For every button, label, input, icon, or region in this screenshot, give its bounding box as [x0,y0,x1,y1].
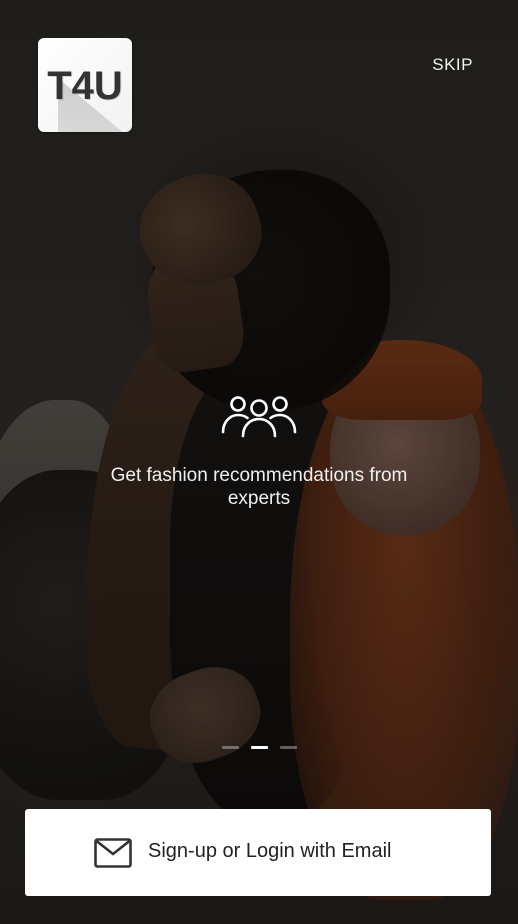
app-logo-text: T4U [47,64,123,108]
page-dot-active[interactable] [250,746,268,749]
group-people-icon [221,396,297,438]
app-logo: T4U [38,38,132,132]
page-dot[interactable] [279,746,297,749]
feature-caption: Get fashion recommendations from experts [110,465,408,509]
mail-icon [94,838,132,868]
onboarding-screen: T4U SKIP Get fashion recommendations fro… [0,0,518,924]
email-login-button[interactable]: Sign-up or Login with Email [25,809,491,896]
skip-button[interactable]: SKIP [432,55,473,75]
onboarding-slide: Get fashion recommendations from experts [0,394,518,510]
page-dot[interactable] [221,746,239,749]
email-login-label: Sign-up or Login with Email [148,840,392,862]
page-indicator [0,746,518,749]
